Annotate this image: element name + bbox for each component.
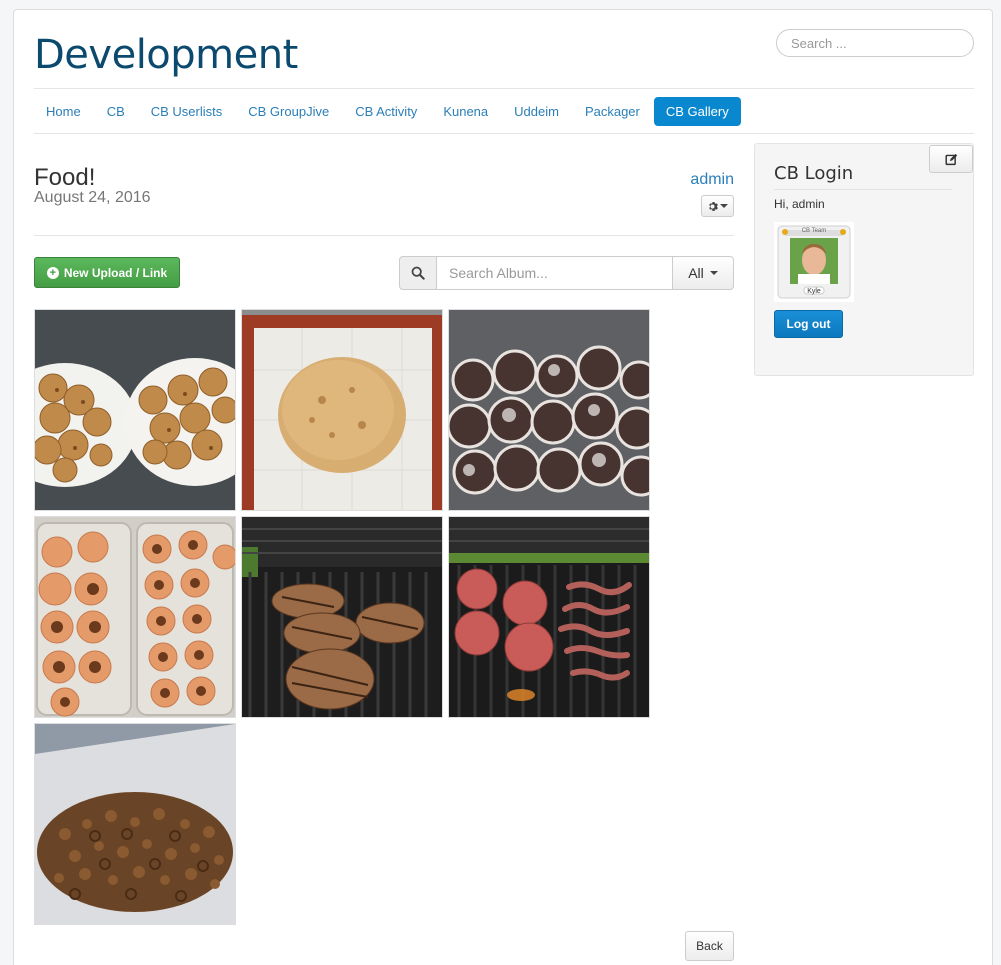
search-icon [411, 266, 425, 280]
album-title: Food! [34, 164, 96, 191]
album-date: August 24, 2016 [34, 189, 151, 206]
nav-item-cb[interactable]: CB [95, 97, 137, 126]
cb-login-panel: CB Login Hi, admin CB Team Kyle Log out [754, 143, 974, 376]
album-search-input[interactable] [437, 256, 673, 290]
photo-cookies-plates [35, 310, 235, 510]
new-upload-label: New Upload / Link [63, 265, 168, 280]
edit-icon [944, 153, 957, 165]
photo-thumbnail[interactable] [34, 309, 236, 511]
nav-item-cb-gallery[interactable]: CB Gallery [653, 96, 741, 126]
photo-crinkle-cookies [449, 310, 649, 510]
nav-item-cb-groupjive[interactable]: CB GroupJive [236, 97, 341, 126]
nav-item-kunena[interactable]: Kunena [431, 97, 500, 126]
photo-thumbnail[interactable] [448, 309, 650, 511]
logout-button[interactable]: Log out [774, 310, 843, 338]
album-filter-dropdown[interactable]: All [673, 256, 734, 290]
nav-item-home[interactable]: Home [34, 97, 93, 126]
photo-thumbnail[interactable] [34, 516, 236, 718]
main-nav: Home CB CB Userlists CB GroupJive CB Act… [34, 88, 974, 134]
nav-item-packager[interactable]: Packager [573, 97, 652, 126]
photo-cookie-dough [242, 310, 442, 510]
photo-thumbnail[interactable] [241, 516, 443, 718]
site-title[interactable]: Development [34, 32, 298, 78]
login-greeting: Hi, admin [774, 197, 825, 211]
page-container: Development Home CB CB Userlists CB Grou… [13, 9, 993, 965]
site-search-input[interactable] [776, 29, 974, 57]
filter-label: All [688, 265, 704, 281]
avatar-name: Kyle [807, 288, 821, 295]
new-upload-button[interactable]: + New Upload / Link [34, 257, 180, 288]
album-search-group: All [399, 256, 734, 290]
divider [34, 235, 734, 236]
nav-item-uddeim[interactable]: Uddeim [502, 97, 571, 126]
gear-icon [709, 201, 718, 211]
nav-item-cb-userlists[interactable]: CB Userlists [139, 97, 235, 126]
divider [774, 189, 952, 190]
photo-snack-mix [35, 724, 235, 924]
avatar-badge: CB Team [801, 228, 827, 234]
edit-module-button[interactable] [929, 145, 973, 173]
caret-down-icon [709, 271, 718, 275]
album-owner-link[interactable]: admin [690, 171, 734, 189]
avatar[interactable]: CB Team Kyle [774, 222, 854, 302]
photo-blossom-cookies [35, 517, 235, 717]
nav-item-cb-activity[interactable]: CB Activity [343, 97, 429, 126]
search-button[interactable] [399, 256, 437, 290]
album-options-button[interactable] [701, 195, 734, 217]
photo-grilled-steaks [242, 517, 442, 717]
photo-burgers-bacon [449, 517, 649, 717]
photo-thumbnail[interactable] [448, 516, 650, 718]
chevron-down-icon [720, 204, 728, 208]
photo-thumbnail[interactable] [34, 723, 236, 925]
plus-circle-icon: + [46, 266, 59, 279]
photo-thumbnail[interactable] [241, 309, 443, 511]
back-button[interactable]: Back [685, 931, 734, 961]
login-title: CB Login [774, 163, 854, 184]
